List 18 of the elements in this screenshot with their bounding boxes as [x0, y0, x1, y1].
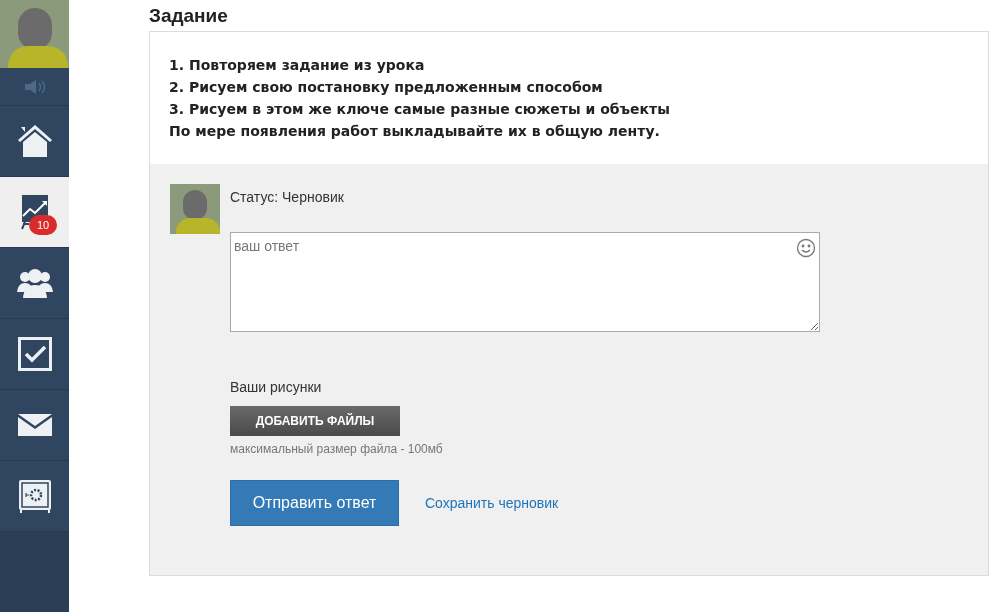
- notification-badge: 10: [29, 215, 58, 235]
- people-icon: [16, 268, 53, 298]
- save-draft-link[interactable]: Сохранить черновик: [425, 492, 559, 514]
- section-title: Задание: [149, 4, 229, 28]
- avatar-photo: [0, 0, 69, 68]
- answer-field[interactable]: ваш ответ: [230, 232, 820, 332]
- checkbox-icon: [17, 337, 52, 371]
- add-files-button[interactable]: ДОБАВИТЬ ФАЙЛЫ: [230, 406, 400, 436]
- files-label: Ваши рисунки: [230, 378, 323, 397]
- submit-button[interactable]: Отправить ответ: [230, 480, 399, 526]
- envelope-icon: [17, 414, 52, 436]
- file-size-hint: максимальный размер файла - 100мб: [230, 441, 444, 458]
- smiley-icon[interactable]: [796, 238, 816, 258]
- safe-icon: [17, 479, 52, 513]
- avatar-photo: [170, 184, 220, 234]
- house-icon: [16, 124, 53, 158]
- sidebar-item[interactable]: 10: [0, 177, 69, 248]
- status-text: Статус: Черновик: [230, 188, 345, 207]
